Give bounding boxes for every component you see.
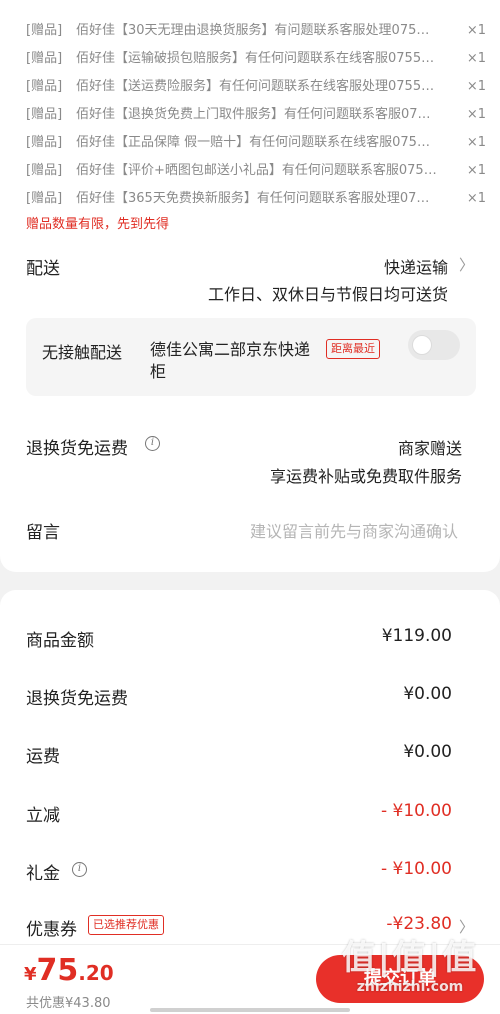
instant-discount-label: 立减 xyxy=(26,806,60,826)
gift-quantity: ×1 xyxy=(466,51,486,66)
info-icon[interactable]: i xyxy=(72,862,87,877)
gift-tag: [赠品] xyxy=(26,191,63,206)
contactless-label: 无接触配送 xyxy=(42,343,123,362)
gift-tag: [赠品] xyxy=(26,135,63,150)
currency-symbol: ¥ xyxy=(24,964,37,985)
toggle-knob xyxy=(412,335,432,355)
gift-money-value: - ¥10.00 xyxy=(380,859,452,879)
gift-tag: [赠品] xyxy=(26,79,63,94)
gift-quantity: ×1 xyxy=(466,107,486,122)
message-label: 留言 xyxy=(26,523,60,543)
nearest-badge: 距离最近 xyxy=(326,339,380,359)
price-integer: 75 xyxy=(36,953,79,988)
price-decimal: .20 xyxy=(78,961,114,985)
recommended-coupon-badge: 已选推荐优惠 xyxy=(88,915,164,935)
delivery-method[interactable]: 快递运输 xyxy=(384,254,448,278)
gift-money-label: 礼金 xyxy=(26,864,60,884)
gift-description: 佰好佳【评价+晒图包邮送小礼品】有任何问题联系客服075… xyxy=(76,163,437,178)
gift-item: [赠品] 佰好佳【365天免费换新服务】有任何问题联系客服处理07… ×1 xyxy=(26,185,486,213)
gift-item: [赠品] 佰好佳【送运费险服务】有任何问题联系在线客服处理0755… ×1 xyxy=(26,73,486,101)
gift-description: 佰好佳【退换货免费上门取件服务】有任何问题联系客服07… xyxy=(76,107,431,122)
gift-item: [赠品] 佰好佳【评价+晒图包邮送小礼品】有任何问题联系客服075… ×1 xyxy=(26,157,486,185)
shipping-fee-value: ¥0.00 xyxy=(403,742,452,762)
total-price: ¥75.20 xyxy=(24,953,114,988)
contactless-toggle[interactable] xyxy=(408,330,460,360)
info-icon[interactable]: i xyxy=(145,436,160,451)
return-free-value: ¥0.00 xyxy=(403,684,452,704)
gift-limited-notice: 赠品数量有限，先到先得 xyxy=(26,217,170,232)
delivery-label: 配送 xyxy=(26,259,60,279)
gift-tag: [赠品] xyxy=(26,23,63,38)
gift-description: 佰好佳【送运费险服务】有任何问题联系在线客服处理0755… xyxy=(76,79,435,94)
gift-description: 佰好佳【30天无理由退换货服务】有问题联系客服处理075… xyxy=(76,23,430,38)
gift-quantity: ×1 xyxy=(466,23,486,38)
return-free-label: 退换货免运费 xyxy=(26,689,128,709)
delivery-schedule: 工作日、双休日与节假日均可送货 xyxy=(207,285,448,304)
gift-tag: [赠品] xyxy=(26,51,63,66)
pickup-location: 德佳公寓二部京东快递柜 xyxy=(150,340,311,381)
return-shipping-detail: 享运费补贴或免费取件服务 xyxy=(269,467,462,486)
shipping-fee-label: 运费 xyxy=(26,747,60,767)
gift-quantity: ×1 xyxy=(466,163,486,178)
gift-item: [赠品] 佰好佳【30天无理由退换货服务】有问题联系客服处理075… ×1 xyxy=(26,17,486,45)
gift-description: 佰好佳【365天免费换新服务】有任何问题联系客服处理07… xyxy=(76,191,430,206)
gift-quantity: ×1 xyxy=(466,135,486,150)
gift-item: [赠品] 佰好佳【正品保障 假一赔十】有任何问题联系在线客服075… ×1 xyxy=(26,129,486,157)
goods-amount-label: 商品金额 xyxy=(26,631,94,651)
coupon-label: 优惠券 xyxy=(26,920,77,940)
order-details-card: [赠品] 佰好佳【30天无理由退换货服务】有问题联系客服处理075… ×1 [赠品] 佰… xyxy=(0,0,500,572)
home-indicator[interactable] xyxy=(150,1008,350,1012)
gift-item: [赠品] 佰好佳【退换货免费上门取件服务】有任何问题联系客服07… ×1 xyxy=(26,101,486,129)
gift-description: 佰好佳【正品保障 假一赔十】有任何问题联系在线客服075… xyxy=(76,135,430,150)
return-shipping-label: 退换货免运费 xyxy=(26,439,128,459)
gift-quantity: ×1 xyxy=(466,79,486,94)
watermark-url: zhizhizhi.com xyxy=(356,979,464,995)
watermark: 值|值|值 zhizhizhi.com xyxy=(330,930,490,1000)
chevron-right-icon[interactable]: 〉 xyxy=(459,254,474,275)
gift-tag: [赠品] xyxy=(26,163,63,178)
return-shipping-value: 商家赠送 xyxy=(397,439,462,458)
gift-description: 佰好佳【运输破损包赔服务】有任何问题联系在线客服0755… xyxy=(76,51,435,66)
message-input[interactable]: 建议留言前先与商家沟通确认 xyxy=(250,518,458,542)
gift-quantity: ×1 xyxy=(466,191,486,206)
instant-discount-value: - ¥10.00 xyxy=(380,801,452,821)
gift-tag: [赠品] xyxy=(26,107,63,122)
gift-item: [赠品] 佰好佳【运输破损包赔服务】有任何问题联系在线客服0755… ×1 xyxy=(26,45,486,73)
contactless-delivery-panel: 无接触配送 德佳公寓二部京东快递柜 距离最近 xyxy=(26,318,476,396)
total-saved: 共优惠¥43.80 xyxy=(26,996,111,1011)
watermark-logo: 值|值|值 xyxy=(341,938,479,978)
goods-amount-value: ¥119.00 xyxy=(381,626,452,646)
